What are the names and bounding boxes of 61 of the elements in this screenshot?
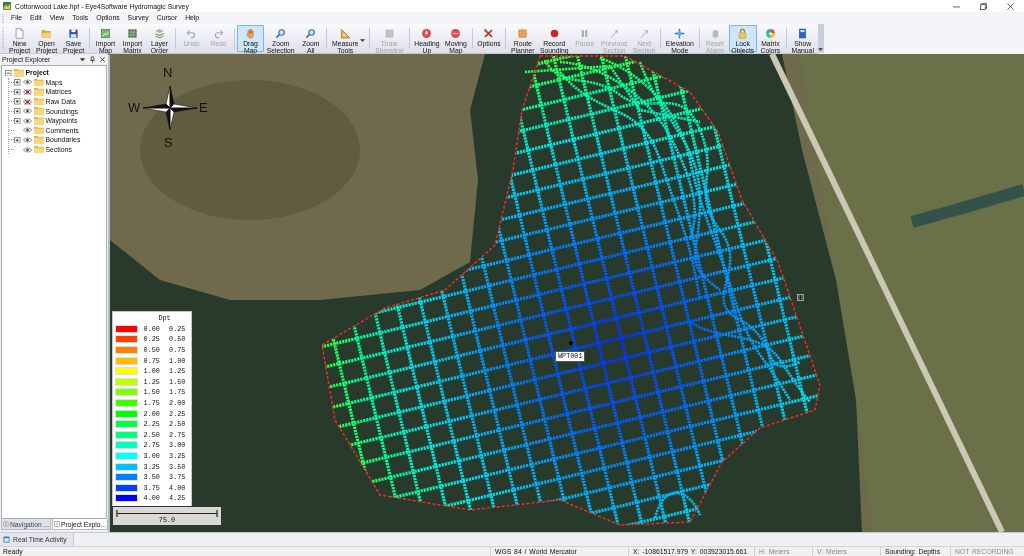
arrow-circle-icon	[421, 28, 433, 39]
folder-icon	[41, 28, 52, 39]
eye-icon[interactable]	[22, 117, 32, 124]
tools-icon	[483, 28, 495, 39]
document-icon	[14, 28, 25, 39]
redo-icon	[213, 28, 224, 39]
folder-icon	[33, 97, 44, 106]
window-icon	[3, 536, 10, 543]
magnifier-icon	[305, 28, 317, 39]
crosshair-icon	[674, 28, 686, 39]
waffle-icon	[517, 28, 529, 39]
compass-label: N	[163, 66, 173, 79]
plus-box-icon[interactable]	[14, 79, 21, 86]
square-marker-icon	[797, 294, 804, 301]
restore-icon	[980, 2, 987, 10]
lock-icon	[737, 28, 749, 39]
folder-icon	[33, 145, 44, 154]
pin-icon[interactable]	[89, 56, 96, 63]
toolbar-overflow-button[interactable]	[817, 24, 824, 53]
folder-icon	[33, 78, 44, 87]
caret-icon[interactable]	[79, 56, 86, 63]
compass-star-icon	[143, 84, 197, 132]
square-icon	[384, 28, 396, 39]
diagonal-arrow-icon	[608, 28, 620, 39]
plus-box-icon[interactable]	[14, 107, 21, 115]
magnifier-icon	[275, 28, 287, 39]
color-wheel-icon	[764, 28, 776, 39]
eye-icon[interactable]	[22, 136, 32, 143]
eye-icon[interactable]	[22, 79, 32, 86]
eye-icon[interactable]	[22, 146, 32, 153]
undo-icon	[186, 28, 197, 39]
document-icon	[54, 521, 61, 527]
diagonal-arrow-icon	[638, 28, 650, 39]
compass-label: W	[128, 101, 141, 114]
minus-box-icon[interactable]	[5, 69, 12, 77]
record-icon	[548, 28, 560, 39]
close-icon	[1007, 2, 1014, 10]
bell-icon	[709, 28, 721, 39]
compass-label: S	[164, 136, 173, 149]
compass-icon	[3, 521, 9, 527]
plus-box-icon[interactable]	[14, 117, 21, 124]
compass-label: E	[199, 101, 208, 114]
layers-icon	[154, 28, 165, 39]
close-icon[interactable]	[99, 56, 106, 63]
eye-icon[interactable]	[22, 127, 32, 134]
eye-icon[interactable]	[22, 108, 32, 115]
hand-icon	[245, 28, 256, 39]
grid-icon	[127, 28, 138, 39]
crossed-eye-icon[interactable]	[22, 89, 32, 95]
plus-box-icon[interactable]	[14, 88, 21, 96]
book-icon	[797, 28, 809, 39]
plus-box-icon[interactable]	[14, 98, 21, 105]
folder-icon	[13, 69, 24, 77]
plus-box-icon[interactable]	[14, 136, 21, 144]
app-icon	[3, 2, 11, 10]
caret-icon	[818, 48, 824, 51]
map-icon	[100, 28, 111, 39]
waypoint-marker-icon	[569, 341, 573, 345]
no-entry-icon	[450, 28, 462, 39]
folder-icon	[33, 126, 44, 135]
crossed-eye-icon[interactable]	[22, 98, 32, 105]
